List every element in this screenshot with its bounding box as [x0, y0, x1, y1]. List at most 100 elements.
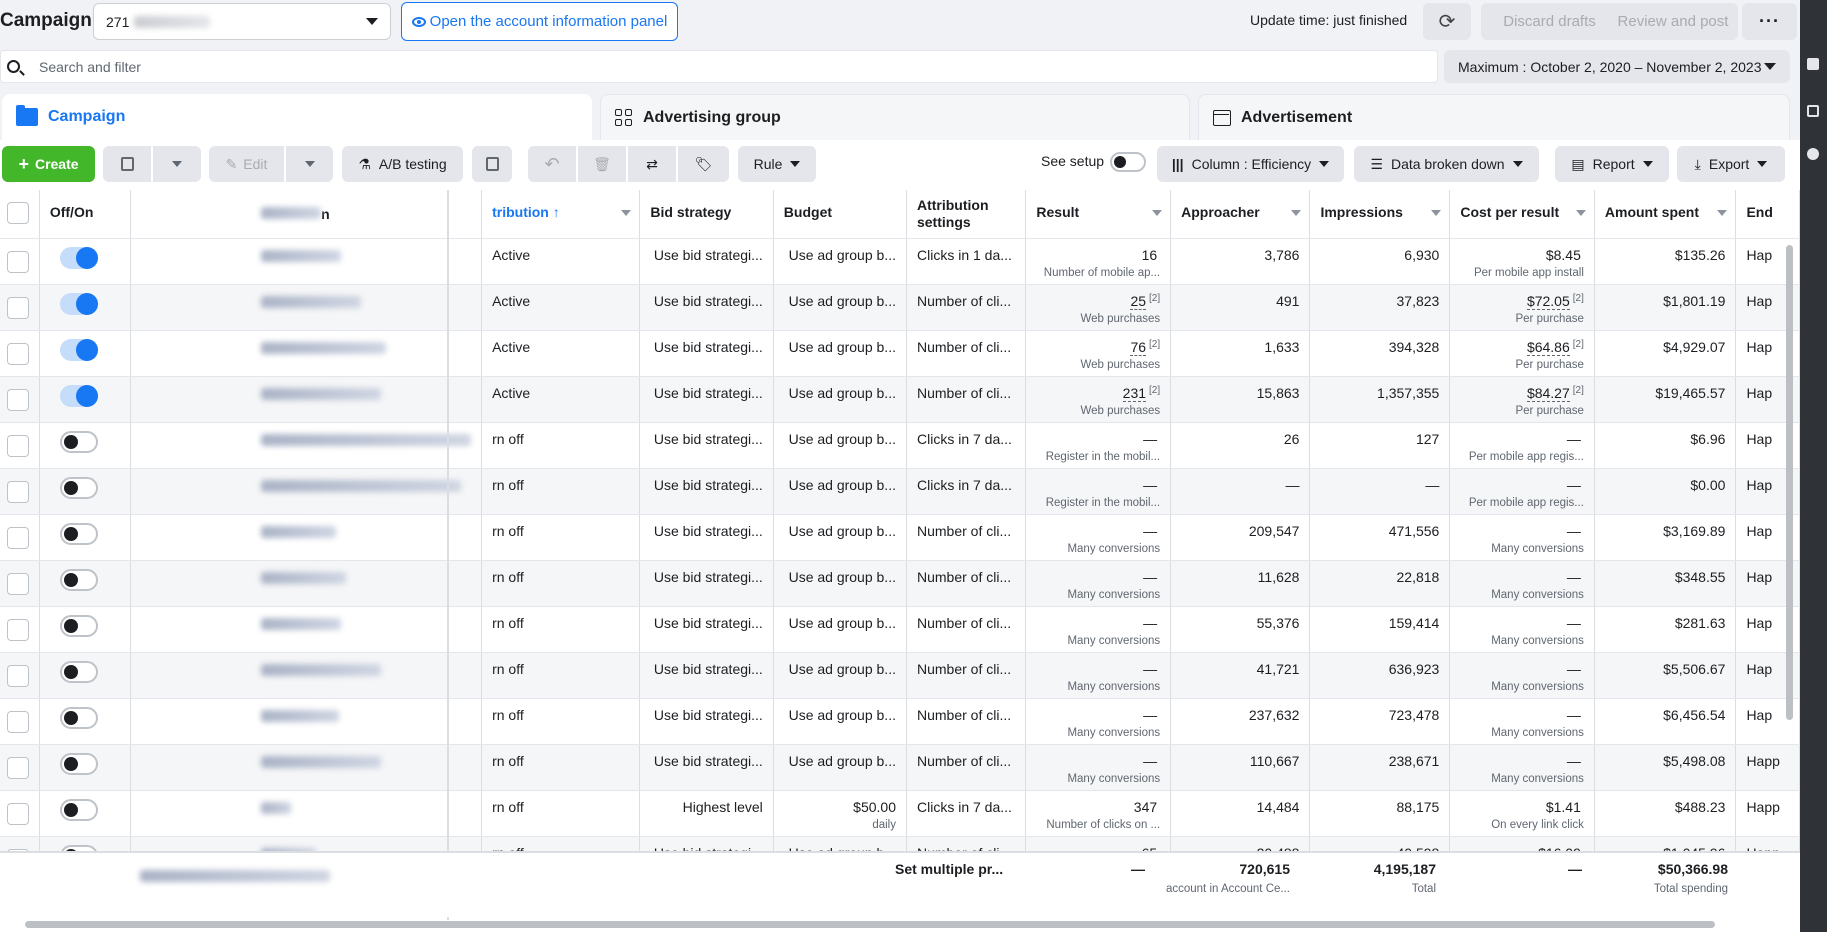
table-row[interactable]: rn offUse bid strategi... Use ad group b.… [0, 468, 1800, 515]
review-post-button[interactable]: Review and post [1608, 3, 1738, 40]
header-cost-per-result[interactable]: Cost per result [1449, 190, 1595, 239]
vertical-scrollbar[interactable] [1786, 245, 1793, 720]
table-row[interactable]: rn offUse bid strategi... Use ad group b.… [0, 698, 1800, 745]
more-options-button[interactable]: ··· [1742, 3, 1797, 40]
campaign-name-redacted[interactable] [261, 571, 347, 584]
row-checkbox[interactable] [7, 250, 29, 273]
header-delivery[interactable]: tribution ↑ [481, 190, 641, 239]
duplicate-button[interactable] [103, 146, 151, 182]
campaign-name-redacted[interactable] [261, 249, 342, 262]
campaign-name-cell[interactable] [130, 376, 483, 423]
breakdown-selector[interactable]: ☰ Data broken down [1354, 146, 1539, 182]
campaign-toggle[interactable] [59, 568, 98, 591]
see-setup-toggle[interactable] [1110, 152, 1146, 172]
campaign-name-cell[interactable] [130, 744, 483, 791]
campaign-name-cell[interactable] [130, 468, 483, 515]
table-row[interactable]: rn offUse bid strategi... Use ad group b.… [0, 514, 1800, 561]
row-checkbox[interactable] [7, 296, 29, 319]
horizontal-scrollbar[interactable] [25, 921, 1715, 928]
header-amount-spent[interactable]: Amount spent [1594, 190, 1737, 239]
edit-button[interactable]: ✎ Edit [209, 146, 284, 182]
campaign-name-cell[interactable] [130, 284, 483, 331]
header-impressions[interactable]: Impressions [1309, 190, 1451, 239]
campaign-name-cell[interactable] [130, 422, 483, 469]
tag-button[interactable]: 🏷 [678, 146, 729, 182]
campaign-toggle[interactable] [59, 292, 98, 315]
clipboard-button[interactable] [472, 146, 512, 182]
tab-advertising-group[interactable]: Advertising group [600, 94, 1190, 140]
tab-campaign[interactable]: Campaign [2, 94, 592, 140]
row-checkbox[interactable] [7, 618, 29, 641]
row-checkbox[interactable] [7, 434, 29, 457]
campaign-name-cell[interactable] [130, 790, 483, 837]
delete-button[interactable]: 🗑 [578, 146, 626, 182]
campaign-name-redacted[interactable] [261, 755, 382, 768]
account-selector[interactable]: 271 [93, 3, 391, 40]
row-checkbox[interactable] [7, 526, 29, 549]
header-bid-strategy[interactable]: Bid strategy [639, 190, 774, 239]
campaign-name-redacted[interactable] [261, 433, 472, 446]
campaign-name-redacted[interactable] [261, 387, 382, 400]
campaign-name-cell[interactable] [130, 698, 483, 745]
move-button[interactable]: ⇄ [628, 146, 676, 182]
campaign-toggle[interactable] [59, 522, 98, 545]
campaign-name-cell[interactable] [130, 606, 483, 653]
undo-button[interactable]: ↶ [528, 146, 576, 182]
export-button[interactable]: ⤓ Export [1677, 146, 1785, 182]
report-button[interactable]: ▤ Report [1555, 146, 1669, 182]
campaign-name-redacted[interactable] [261, 801, 292, 814]
campaign-toggle[interactable] [59, 338, 98, 361]
header-result[interactable]: Result [1025, 190, 1172, 239]
discard-drafts-button[interactable]: Discard drafts [1481, 3, 1618, 40]
campaign-toggle[interactable] [59, 246, 98, 269]
header-budget[interactable]: Budget [773, 190, 907, 239]
rule-button[interactable]: Rule [738, 146, 816, 182]
campaign-name-cell[interactable] [130, 514, 483, 561]
table-row[interactable]: rn offUse bid strategi... Use ad group b.… [0, 422, 1800, 469]
campaign-name-cell[interactable] [130, 560, 483, 607]
header-attribution[interactable]: Attribution settings [906, 190, 1027, 239]
campaign-name-redacted[interactable] [261, 479, 462, 492]
edit-panel-icon[interactable] [1807, 105, 1819, 117]
search-input[interactable] [39, 57, 1419, 77]
refresh-button[interactable]: ⟳ [1423, 3, 1471, 40]
campaign-name-redacted[interactable] [261, 341, 387, 354]
campaign-name-cell[interactable] [130, 836, 483, 851]
campaign-name-redacted[interactable] [261, 709, 340, 722]
row-checkbox[interactable] [7, 388, 29, 411]
ab-testing-button[interactable]: ⚗ A/B testing [342, 146, 463, 182]
row-checkbox[interactable] [7, 664, 29, 687]
info-panel-icon[interactable] [1807, 148, 1819, 160]
row-checkbox[interactable] [7, 756, 29, 779]
table-row[interactable]: Active Use bid strategi... Use ad group b.… [0, 376, 1800, 423]
campaign-toggle[interactable] [59, 798, 98, 821]
select-all-checkbox[interactable] [7, 202, 29, 224]
campaign-name-redacted[interactable] [261, 663, 382, 676]
row-checkbox[interactable] [7, 572, 29, 595]
duplicate-dropdown[interactable] [153, 146, 201, 182]
campaign-name-redacted[interactable] [261, 617, 342, 630]
row-checkbox[interactable] [7, 342, 29, 365]
panel-icon[interactable] [1807, 58, 1819, 70]
campaign-toggle[interactable] [59, 660, 98, 683]
row-checkbox[interactable] [7, 802, 29, 825]
campaign-name-redacted[interactable] [261, 525, 337, 538]
campaign-name-redacted[interactable] [261, 295, 362, 308]
campaign-name-cell[interactable] [130, 330, 483, 377]
campaign-toggle[interactable] [59, 614, 98, 637]
campaign-toggle[interactable] [59, 706, 98, 729]
row-checkbox[interactable] [7, 710, 29, 733]
table-row[interactable]: rn offUse bid strategi... Use ad group b.… [0, 652, 1800, 699]
campaign-toggle[interactable] [59, 430, 98, 453]
table-row[interactable]: rn off Highest level $50.00 daily Clicks in … [0, 790, 1800, 837]
edit-dropdown[interactable] [286, 146, 333, 182]
campaign-toggle[interactable] [59, 384, 98, 407]
table-row[interactable]: rn offUse bid strategi... Use ad group b.… [0, 560, 1800, 607]
table-row[interactable]: rn offUse bid strategi... Use ad group b.… [0, 744, 1800, 791]
row-checkbox[interactable] [7, 480, 29, 503]
header-campaign-name[interactable]: n [130, 190, 483, 239]
campaign-toggle[interactable] [59, 476, 98, 499]
column-selector[interactable]: ||| Column : Efficiency [1157, 146, 1344, 182]
campaign-name-cell[interactable] [130, 652, 483, 699]
header-reach[interactable]: Approacher [1170, 190, 1311, 239]
